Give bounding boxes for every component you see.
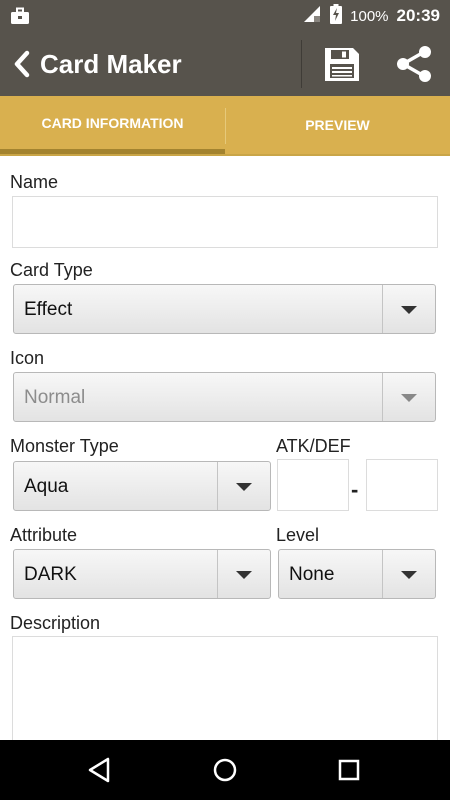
atkdef-label: ATK/DEF	[276, 436, 351, 456]
description-label: Description	[10, 613, 101, 633]
status-bar: 100% 20:39	[0, 0, 450, 32]
icon-label: Icon	[10, 348, 45, 368]
app-bar: Card Maker	[0, 32, 450, 96]
atkdef-separator: -	[351, 477, 359, 502]
select-divider	[217, 550, 218, 598]
back-button[interactable]	[12, 48, 42, 80]
nav-home-button[interactable]	[205, 750, 245, 790]
name-label: Name	[10, 172, 59, 192]
home-circle-icon	[213, 758, 237, 782]
briefcase-icon	[10, 7, 30, 30]
card-type-value: Effect	[24, 299, 73, 320]
tab-preview[interactable]: PREVIEW	[225, 96, 450, 154]
nav-back-button[interactable]	[80, 750, 120, 790]
back-arrow-icon	[14, 50, 30, 78]
card-type-label: Card Type	[10, 260, 93, 280]
def-field[interactable]	[366, 459, 438, 511]
battery-icon	[330, 4, 343, 28]
share-button[interactable]	[394, 44, 434, 84]
select-divider	[217, 462, 218, 510]
select-divider	[382, 285, 383, 333]
monster-type-label: Monster Type	[10, 436, 119, 456]
monster-type-value: Aqua	[24, 476, 69, 497]
name-field[interactable]	[12, 196, 438, 248]
attribute-label: Attribute	[10, 525, 78, 545]
icon-select: Normal	[13, 372, 436, 422]
attribute-value: DARK	[24, 564, 77, 585]
level-label: Level	[276, 525, 320, 545]
navigation-bar	[0, 740, 450, 800]
tab-bar: CARD INFORMATION PREVIEW	[0, 96, 450, 156]
attribute-select[interactable]: DARK	[13, 549, 271, 599]
tab-card-information[interactable]: CARD INFORMATION	[0, 96, 225, 154]
dropdown-arrow-icon	[401, 394, 417, 402]
toolbar-divider	[301, 40, 302, 88]
select-divider	[382, 373, 383, 421]
atk-field[interactable]	[277, 459, 349, 511]
select-divider	[382, 550, 383, 598]
icon-value: Normal	[24, 387, 86, 408]
dropdown-arrow-icon	[401, 571, 417, 579]
dropdown-arrow-icon	[401, 306, 417, 314]
level-select[interactable]: None	[278, 549, 436, 599]
dropdown-arrow-icon	[236, 483, 252, 491]
clock: 20:39	[396, 6, 440, 25]
description-field[interactable]	[12, 636, 438, 746]
page-title: Card Maker	[40, 49, 182, 79]
dropdown-arrow-icon	[236, 571, 252, 579]
monster-type-select[interactable]: Aqua	[13, 461, 271, 511]
recents-square-icon	[338, 759, 360, 781]
save-icon	[325, 48, 359, 81]
battery-level: 100%	[350, 7, 389, 25]
share-icon	[397, 46, 431, 82]
nav-recents-button[interactable]	[329, 750, 369, 790]
save-button[interactable]	[322, 44, 362, 84]
level-value: None	[289, 564, 335, 585]
back-triangle-icon	[88, 757, 110, 783]
card-type-select[interactable]: Effect	[13, 284, 436, 334]
signal-icon	[302, 4, 322, 28]
